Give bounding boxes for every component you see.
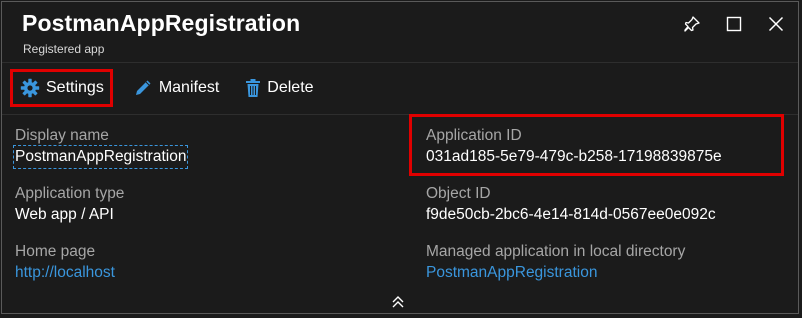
application-id-field: Application ID 031ad185-5e79-479c-b258-1… — [426, 126, 722, 167]
application-type-label: Application type — [15, 185, 125, 202]
app-registration-blade: PostmanAppRegistration Registered app Se… — [1, 1, 799, 314]
double-chevron-up-icon — [392, 296, 404, 308]
manifest-button[interactable]: Manifest — [123, 69, 229, 107]
close-icon — [768, 16, 784, 32]
display-name-label: Display name — [15, 127, 109, 144]
gear-icon — [20, 78, 40, 98]
delete-button[interactable]: Delete — [235, 69, 323, 107]
page-subtitle: Registered app — [23, 42, 105, 56]
maximize-button[interactable] — [722, 12, 746, 36]
application-type-value: Web app / API — [15, 206, 114, 223]
pencil-icon — [135, 80, 151, 95]
object-id-label: Object ID — [426, 185, 491, 202]
managed-app-field: Managed application in local directory P… — [426, 242, 685, 283]
display-name-value[interactable]: PostmanAppRegistration — [12, 145, 189, 169]
pin-icon — [684, 16, 700, 32]
collapse-essentials-button[interactable] — [390, 295, 406, 309]
settings-button[interactable]: Settings — [10, 69, 113, 107]
object-id-value[interactable]: f9de50cb-2bc6-4e14-814d-0567ee0e092c — [426, 205, 716, 225]
home-page-label: Home page — [15, 243, 96, 260]
delete-label: Delete — [267, 79, 314, 96]
application-id-value[interactable]: 031ad185-5e79-479c-b258-17198839875e — [426, 147, 722, 167]
page-title: PostmanAppRegistration — [22, 10, 301, 36]
display-name-field: Display name PostmanAppRegistration — [12, 126, 189, 169]
home-page-link[interactable]: http://localhost — [15, 263, 115, 283]
application-id-label: Application ID — [426, 127, 522, 144]
trash-icon — [246, 79, 261, 97]
managed-app-label: Managed application in local directory — [426, 243, 686, 260]
header-divider — [2, 62, 798, 63]
home-page-field: Home page http://localhost — [15, 242, 115, 283]
application-type-field: Application type Web app / API — [15, 184, 124, 225]
settings-label: Settings — [46, 79, 104, 96]
manifest-label: Manifest — [158, 79, 220, 96]
object-id-field: Object ID f9de50cb-2bc6-4e14-814d-0567ee… — [426, 184, 716, 225]
maximize-icon — [726, 16, 742, 32]
managed-app-link[interactable]: PostmanAppRegistration — [426, 263, 685, 283]
command-bar: Settings Manifest Delete — [10, 66, 324, 110]
close-button[interactable] — [764, 12, 788, 36]
window-controls — [680, 12, 788, 36]
pin-button[interactable] — [680, 12, 704, 36]
